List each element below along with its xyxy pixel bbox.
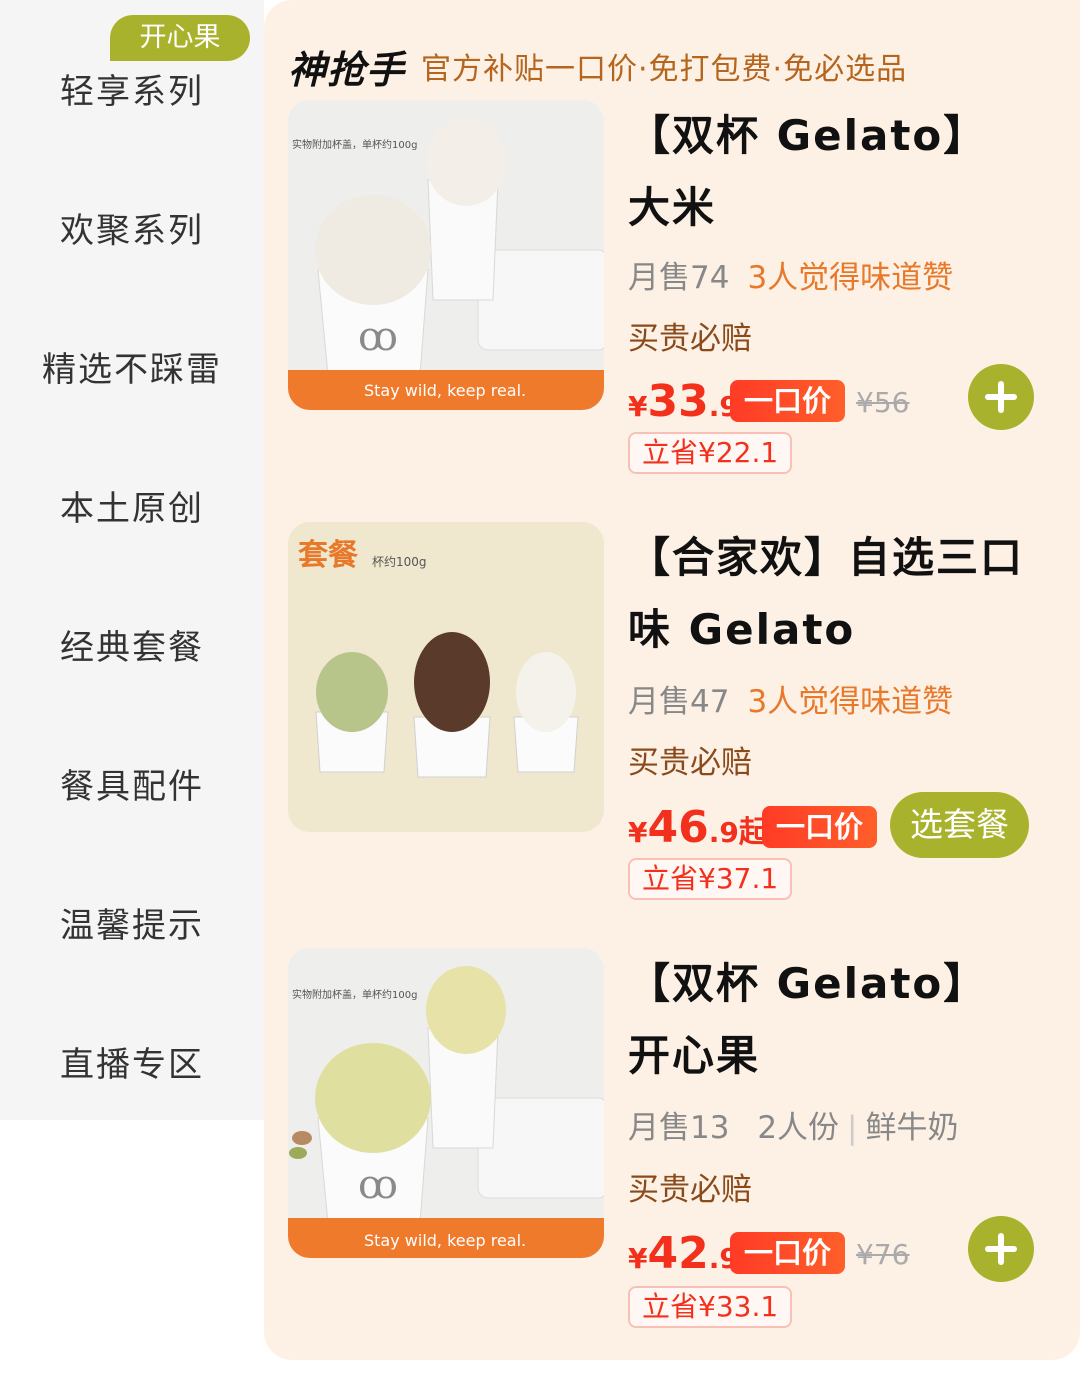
product-image[interactable]: 杯约100g 套餐 xyxy=(288,522,604,832)
fixed-price-badge: 一口价 xyxy=(730,1232,846,1274)
praise-text: 3人觉得味道赞 xyxy=(747,684,954,720)
sidebar-item-live[interactable]: 直播专区 xyxy=(0,1037,264,1086)
save-tag: 立省¥22.1 xyxy=(628,432,793,474)
set-tag: 套餐 xyxy=(298,538,358,573)
sidebar-item-light[interactable]: 轻享系列 xyxy=(0,64,264,113)
monthly-sales: 月售47 xyxy=(628,684,730,720)
product-price: ¥42.9 xyxy=(628,1228,739,1279)
gelato-image-graphic: ꝏ Stay wild, keep real. 实物附加杯盖，单杯约100g xyxy=(288,948,604,1258)
product-image[interactable]: ꝏ Stay wild, keep real. 实物附加杯盖，单杯约100g xyxy=(288,100,604,410)
gelato-image-graphic: ꝏ Stay wild, keep real. 实物附加杯盖，单杯约100g xyxy=(288,100,604,410)
save-tag: 立省¥37.1 xyxy=(628,858,793,900)
product-title[interactable]: 【双杯 Gelato】开心果 xyxy=(628,948,1028,1092)
praise-text: 3人觉得味道赞 xyxy=(747,260,954,296)
category-sidebar: 轻享系列 开心果 欢聚系列 精选不踩雷 本土原创 经典套餐 餐具配件 温馨提示 … xyxy=(0,0,264,1120)
add-to-cart-button[interactable] xyxy=(968,364,1034,430)
sidebar-item-tableware[interactable]: 餐具配件 xyxy=(0,759,264,808)
sidebar-item-local[interactable]: 本土原创 xyxy=(0,481,264,530)
monthly-sales: 月售74 xyxy=(628,260,730,296)
original-price: ¥56 xyxy=(856,386,910,419)
panel-header: 神抢手 官方补贴一口价·免打包费·免必选品 xyxy=(288,38,907,94)
svg-text:ꝏ: ꝏ xyxy=(358,314,398,360)
sidebar-item-party[interactable]: 欢聚系列 xyxy=(0,203,264,252)
image-note: 杯约100g xyxy=(372,554,427,569)
original-price: ¥76 xyxy=(856,1238,910,1271)
product-price: ¥46.9起 xyxy=(628,802,769,853)
price-guarantee: 买贵必赔 xyxy=(628,745,752,781)
product-meta: 月售74 3人觉得味道赞 xyxy=(628,252,953,297)
product-image[interactable]: ꝏ Stay wild, keep real. 实物附加杯盖，单杯约100g xyxy=(288,948,604,1258)
sidebar-item-tips[interactable]: 温馨提示 xyxy=(0,898,264,947)
image-note: 实物附加杯盖，单杯约100g xyxy=(292,988,417,1001)
sidebar-badge: 开心果 xyxy=(110,15,250,61)
price-guarantee: 买贵必赔 xyxy=(628,1172,752,1208)
product-panel: 神抢手 官方补贴一口价·免打包费·免必选品 ꝏ Stay wild, keep … xyxy=(264,0,1080,1360)
image-caption: Stay wild, keep real. xyxy=(364,381,526,400)
add-to-cart-button[interactable] xyxy=(968,1216,1034,1282)
image-caption: Stay wild, keep real. xyxy=(364,1231,526,1250)
product-price: ¥33.9 xyxy=(628,376,739,427)
product-title[interactable]: 【双杯 Gelato】大米 xyxy=(628,100,1028,244)
brand-logo: 神抢手 xyxy=(288,47,406,92)
fixed-price-badge: 一口价 xyxy=(762,806,878,848)
svg-text:ꝏ: ꝏ xyxy=(358,1162,398,1208)
product-meta: 月售47 3人觉得味道赞 xyxy=(628,676,953,721)
save-tag: 立省¥33.1 xyxy=(628,1286,793,1328)
header-subtitle: 官方补贴一口价·免打包费·免必选品 xyxy=(421,52,908,87)
serving-size: 2人份 xyxy=(757,1110,840,1146)
sidebar-item-selected[interactable]: 精选不踩雷 xyxy=(0,342,264,391)
image-note: 实物附加杯盖，单杯约100g xyxy=(292,138,417,151)
sidebar-item-combo[interactable]: 经典套餐 xyxy=(0,620,264,669)
product-meta: 月售13 2人份 | 鲜牛奶 xyxy=(628,1110,959,1146)
price-guarantee: 买贵必赔 xyxy=(628,321,752,357)
select-combo-button[interactable]: 选套餐 xyxy=(890,792,1029,858)
fixed-price-badge: 一口价 xyxy=(730,380,846,422)
monthly-sales: 月售13 xyxy=(628,1110,730,1146)
ingredient: 鲜牛奶 xyxy=(865,1110,959,1146)
product-title[interactable]: 【合家欢】自选三口味 Gelato xyxy=(628,522,1028,666)
